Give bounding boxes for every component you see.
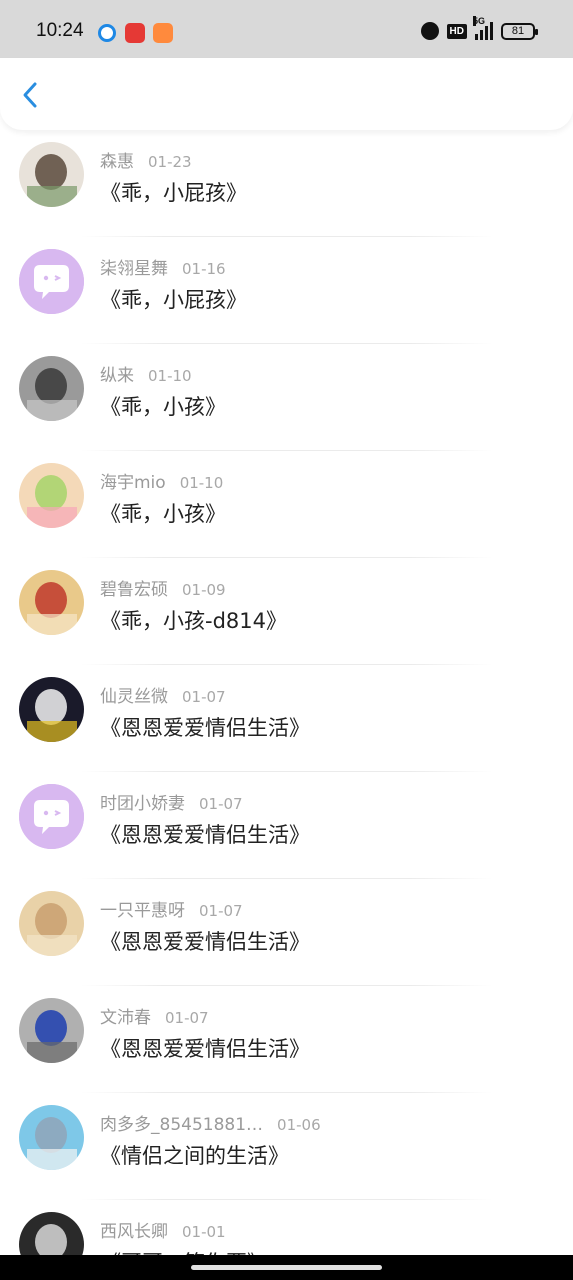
list-item[interactable]: 纵来 01-10 《乖，小孩》 — [0, 344, 573, 451]
book-title[interactable]: 《恩恩爱爱情侣生活》 — [100, 1033, 310, 1063]
comment-date: 01-16 — [182, 260, 226, 278]
comment-date: 01-09 — [182, 581, 226, 599]
avatar-image — [19, 891, 84, 956]
book-title[interactable]: 《乖，小屁孩》 — [100, 284, 247, 314]
app-notification-icon — [125, 23, 145, 43]
user-name[interactable]: 肉多多_85451881… — [100, 1115, 263, 1135]
book-title[interactable]: 《哥哥，等你要》 — [100, 1247, 268, 1255]
avatar[interactable] — [19, 570, 84, 635]
user-line: 碧鲁宏硕 01-09 — [100, 575, 226, 600]
comment-date: 01-07 — [199, 902, 243, 920]
user-line: 文沛春 01-07 — [100, 1003, 209, 1028]
user-line: 时团小娇妻 01-07 — [100, 789, 243, 814]
list-item[interactable]: 文沛春 01-07 《恩恩爱爱情侣生活》 — [0, 986, 573, 1093]
avatar[interactable] — [19, 998, 84, 1063]
avatar[interactable] — [19, 891, 84, 956]
user-name[interactable]: 森惠 — [100, 152, 134, 172]
avatar-image — [19, 1105, 84, 1170]
status-time: 10:24 — [36, 20, 84, 41]
comment-date: 01-07 — [199, 795, 243, 813]
system-nav-bar — [0, 1255, 573, 1280]
chevron-left-icon — [23, 82, 37, 108]
list-item[interactable]: 森惠 01-23 《乖，小屁孩》 — [0, 130, 573, 237]
hd-icon: HD — [446, 23, 467, 39]
list-item[interactable]: 时团小娇妻 01-07 《恩恩爱爱情侣生活》 — [0, 772, 573, 879]
list-item[interactable]: 西风长卿 01-01 《哥哥，等你要》 — [0, 1200, 573, 1255]
avatar[interactable] — [19, 1212, 84, 1255]
app-notification-icon — [98, 24, 116, 42]
avatar[interactable] — [19, 463, 84, 528]
chat-bubble-icon — [19, 784, 84, 849]
avatar[interactable] — [19, 356, 84, 421]
book-title[interactable]: 《恩恩爱爱情侣生活》 — [100, 712, 310, 742]
user-name[interactable]: 文沛春 — [100, 1008, 151, 1028]
alarm-icon — [420, 22, 439, 40]
book-title[interactable]: 《恩恩爱爱情侣生活》 — [100, 819, 310, 849]
book-title[interactable]: 《乖，小孩》 — [100, 391, 226, 421]
avatar-image — [19, 1212, 84, 1255]
comment-date: 01-06 — [277, 1116, 321, 1134]
user-line: 一只平惠呀 01-07 — [100, 896, 243, 921]
comment-date: 01-23 — [148, 153, 192, 171]
avatar-image — [19, 356, 84, 421]
list-item[interactable]: 一只平惠呀 01-07 《恩恩爱爱情侣生活》 — [0, 879, 573, 986]
avatar[interactable] — [19, 142, 84, 207]
comment-list[interactable]: 森惠 01-23 《乖，小屁孩》 柒翎星舞 01-16 《乖，小屁孩》 纵来 01-10 《乖，… — [0, 130, 573, 1255]
user-name[interactable]: 纵来 — [100, 366, 134, 386]
system-icons: HD 5G 81 — [420, 16, 538, 40]
user-line: 森惠 01-23 — [100, 147, 192, 172]
user-line: 肉多多_85451881… 01-06 — [100, 1110, 321, 1135]
comment-date: 01-07 — [165, 1009, 209, 1027]
comment-date: 01-01 — [182, 1223, 226, 1241]
user-line: 西风长卿 01-01 — [100, 1217, 226, 1242]
book-title[interactable]: 《恩恩爱爱情侣生活》 — [100, 926, 310, 956]
user-line: 纵来 01-10 — [100, 361, 192, 386]
avatar-image — [19, 570, 84, 635]
home-indicator[interactable] — [191, 1265, 382, 1270]
book-title[interactable]: 《乖，小屁孩》 — [100, 177, 247, 207]
list-item[interactable]: 海宇mio 01-10 《乖，小孩》 — [0, 451, 573, 558]
top-nav-bar — [0, 58, 573, 130]
avatar[interactable] — [19, 1105, 84, 1170]
status-bar: 10:24 HD 5G 81 — [0, 0, 573, 58]
default-avatar[interactable] — [19, 784, 84, 849]
comment-date: 01-10 — [179, 474, 224, 492]
list-item[interactable]: 仙灵丝微 01-07 《恩恩爱爱情侣生活》 — [0, 665, 573, 772]
back-button[interactable] — [18, 80, 46, 110]
list-item[interactable]: 肉多多_85451881… 01-06 《情侣之间的生活》 — [0, 1093, 573, 1200]
comment-date: 01-07 — [182, 688, 226, 706]
comment-date: 01-10 — [148, 367, 192, 385]
chat-bubble-icon — [19, 249, 84, 314]
avatar-image — [19, 677, 84, 742]
user-line: 海宇mio 01-10 — [100, 468, 223, 493]
list-item[interactable]: 碧鲁宏硕 01-09 《乖，小孩-d814》 — [0, 558, 573, 665]
book-title[interactable]: 《乖，小孩-d814》 — [100, 605, 287, 635]
default-avatar[interactable] — [19, 249, 84, 314]
avatar[interactable] — [19, 677, 84, 742]
user-name[interactable]: 一只平惠呀 — [100, 901, 185, 921]
user-name[interactable]: 西风长卿 — [100, 1222, 168, 1242]
list-item[interactable]: 柒翎星舞 01-16 《乖，小屁孩》 — [0, 237, 573, 344]
book-title[interactable]: 《情侣之间的生活》 — [100, 1140, 289, 1170]
signal-icon: 5G — [473, 16, 493, 40]
user-name[interactable]: 时团小娇妻 — [100, 794, 185, 814]
user-line: 柒翎星舞 01-16 — [100, 254, 226, 279]
user-line: 仙灵丝微 01-07 — [100, 682, 226, 707]
user-name[interactable]: 柒翎星舞 — [100, 259, 168, 279]
app-notification-icon — [153, 23, 173, 43]
book-title[interactable]: 《乖，小孩》 — [100, 498, 226, 528]
avatar-image — [19, 142, 84, 207]
user-name[interactable]: 碧鲁宏硕 — [100, 580, 168, 600]
user-name[interactable]: 仙灵丝微 — [100, 687, 168, 707]
avatar-image — [19, 463, 84, 528]
network-type: 5G — [473, 16, 486, 26]
user-name[interactable]: 海宇mio — [100, 473, 166, 493]
avatar-image — [19, 998, 84, 1063]
battery-icon: 81 — [501, 22, 538, 40]
